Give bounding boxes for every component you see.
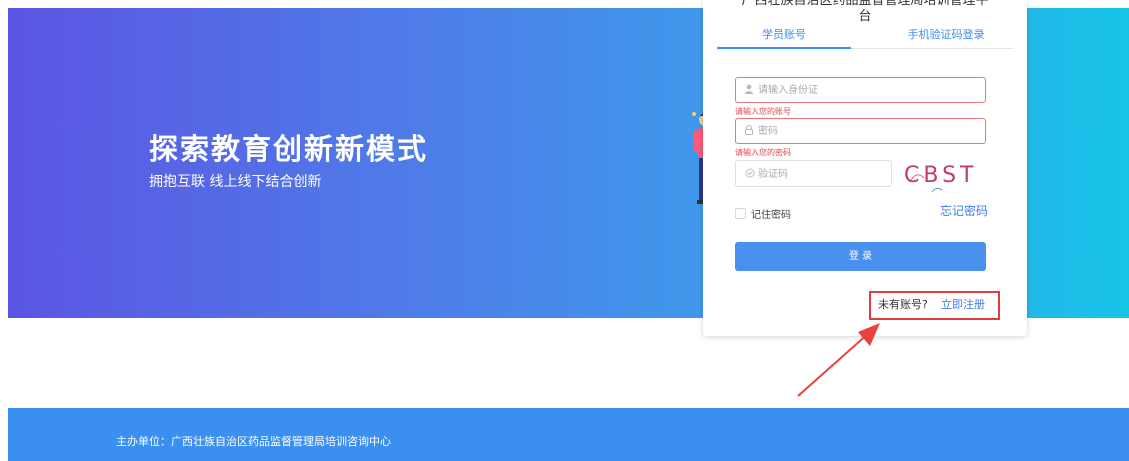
login-title-line2: 台 (858, 9, 872, 24)
login-title-line1: 广西壮族自治区药品监督管理局培训管理平 (741, 0, 989, 8)
login-button[interactable]: 登 录 (735, 242, 986, 271)
shield-icon (745, 168, 755, 181)
red-arrow-icon (797, 323, 880, 397)
captcha-input[interactable] (758, 165, 878, 183)
forgot-password-link[interactable]: 忘记密码 (940, 202, 988, 219)
id-error-text: 请输入您的账号 (735, 107, 791, 116)
captcha-field[interactable] (735, 160, 892, 187)
hero-subtitle: 拥抱互联 线上线下结合创新 (149, 174, 322, 190)
password-input[interactable] (758, 122, 968, 140)
lock-icon (744, 125, 754, 138)
captcha-image[interactable]: CBST (902, 156, 982, 196)
id-number-input[interactable] (758, 81, 968, 99)
id-number-field[interactable] (735, 77, 986, 103)
hero-title: 探索教育创新新模式 (149, 132, 429, 166)
tab-sms-login[interactable]: 手机验证码登录 (879, 26, 1013, 42)
register-link[interactable]: 立即注册 (941, 296, 985, 312)
no-account-text: 未有账号? (878, 298, 928, 311)
password-error-text: 请输入您的密码 (735, 148, 791, 157)
tab-student-account[interactable]: 学员账号 (717, 26, 851, 49)
remember-checkbox[interactable] (735, 208, 746, 219)
login-card: 广西壮族自治区药品监督管理局培训管理平 台 学员账号 手机验证码登录 请输入您的… (703, 0, 1027, 336)
captcha-code: CBST (904, 163, 977, 188)
login-tabs: 学员账号 手机验证码登录 (717, 26, 1013, 49)
remember-password[interactable]: 记住密码 (735, 206, 791, 221)
password-field[interactable] (735, 118, 986, 144)
remember-label: 记住密码 (751, 210, 791, 221)
footer-organizer: 主办单位：广西壮族自治区药品监督管理局培训咨询中心 (116, 435, 391, 448)
user-icon (744, 84, 754, 97)
